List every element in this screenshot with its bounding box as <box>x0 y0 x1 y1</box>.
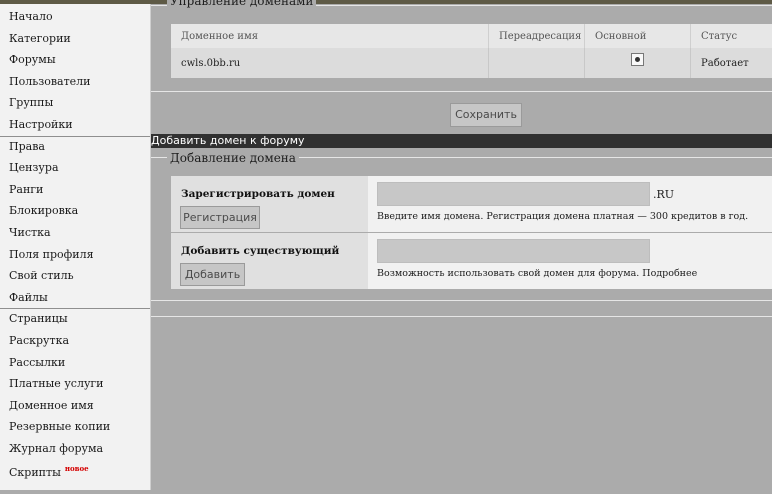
sidebar-item-label: Цензура <box>9 161 59 175</box>
sidebar-item-label: Рассылки <box>9 355 66 369</box>
register-domain-input[interactable] <box>377 182 650 206</box>
main-content: Управление доменами Доменное имя Переадр… <box>151 0 772 494</box>
add-domain-title: Добавить домен к форуму <box>151 134 772 148</box>
sidebar-item[interactable]: Рассылки <box>0 353 150 373</box>
table-header-row: Доменное имя Переадресация Основной Стат… <box>171 24 772 48</box>
sidebar-item[interactable]: Категории <box>0 29 150 49</box>
sidebar-item[interactable]: Настройки <box>0 115 150 135</box>
sidebar-item[interactable]: Журнал форума <box>0 439 150 459</box>
sidebar-item[interactable]: Ранги <box>0 180 150 200</box>
column-header: Статус <box>690 24 772 48</box>
sidebar-item[interactable]: Скрипты новое <box>0 463 150 483</box>
sidebar-item-label: Доменное имя <box>9 398 94 412</box>
sidebar-item[interactable]: Платные услуги <box>0 374 150 394</box>
sidebar-item-label: Журнал форума <box>9 442 104 455</box>
sidebar-item[interactable]: Раскрутка <box>0 331 150 351</box>
register-label: Зарегистрировать домен <box>181 188 335 200</box>
register-row-label-cell: Зарегистрировать домен Регистрация <box>171 176 368 232</box>
column-header: Доменное имя <box>171 24 489 48</box>
fieldset-border <box>151 91 772 92</box>
existing-label: Добавить существующий <box>181 245 340 257</box>
column-header: Основной <box>584 24 691 48</box>
sidebar-item-label: Свой стиль <box>9 269 74 283</box>
sidebar-item-label: Ранги <box>9 182 44 196</box>
status-cell: Работает <box>690 48 772 78</box>
sidebar-item[interactable]: Блокировка <box>0 201 150 221</box>
register-button[interactable]: Регистрация <box>180 206 260 229</box>
table-row: cwls.0bb.ru Работает <box>171 48 772 78</box>
domains-table: Доменное имя Переадресация Основной Стат… <box>171 24 772 78</box>
existing-hint: Возможность использовать свой домен для … <box>377 268 698 279</box>
fieldset-border <box>151 300 772 301</box>
sidebar-item[interactable]: Чистка <box>0 223 150 243</box>
sidebar-item-label: Файлы <box>9 290 48 304</box>
fieldset-border <box>151 316 772 317</box>
add-existing-button[interactable]: Добавить <box>180 263 245 286</box>
sidebar-item-label: Поля профиля <box>9 247 94 261</box>
sidebar-item-label: Настройки <box>9 118 73 131</box>
sidebar-item[interactable]: Поля профиля <box>0 245 150 265</box>
sidebar-item[interactable]: Файлы <box>0 288 150 308</box>
existing-row-label-cell: Добавить существующий Добавить <box>171 233 368 289</box>
new-badge: новое <box>64 463 89 473</box>
sidebar-item[interactable]: Права <box>0 137 150 157</box>
domain-cell: cwls.0bb.ru <box>171 48 489 78</box>
sidebar-item-label: Права <box>9 139 45 153</box>
existing-row-input-cell: Возможность использовать свой домен для … <box>368 233 772 289</box>
save-button[interactable]: Сохранить <box>450 103 522 127</box>
sidebar-item-label: Раскрутка <box>9 334 70 347</box>
sidebar-item[interactable]: Начало <box>0 7 150 27</box>
sidebar-item-label: Блокировка <box>9 204 79 218</box>
sidebar-item-label: Группы <box>9 96 54 110</box>
domain-zone-suffix: .RU <box>653 188 675 201</box>
sidebar-item-label: Скрипты <box>9 465 61 479</box>
sidebar-item-label: Чистка <box>9 226 51 239</box>
sidebar-item-label: Форумы <box>9 53 56 67</box>
sidebar-item[interactable]: Свой стиль <box>0 266 150 286</box>
sidebar-item[interactable]: Группы <box>0 93 150 113</box>
existing-domain-input[interactable] <box>377 239 650 263</box>
sidebar-item[interactable]: Резервные копии <box>0 417 150 437</box>
redirect-cell <box>488 48 585 78</box>
primary-radio[interactable] <box>631 53 644 66</box>
sidebar-item-label: Пользователи <box>9 74 91 88</box>
sidebar: Начало Категории Форумы Пользователи Группы Н… <box>0 4 151 490</box>
sidebar-item[interactable]: Пользователи <box>0 72 150 92</box>
register-row-input-cell: .RU Введите имя домена. Регистрация доме… <box>368 176 772 232</box>
sidebar-item[interactable]: Доменное имя <box>0 396 150 416</box>
domains-legend: Управление доменами <box>167 0 317 8</box>
primary-cell <box>584 48 691 78</box>
column-header: Переадресация <box>488 24 585 48</box>
sidebar-item[interactable]: Форумы <box>0 50 150 70</box>
add-domain-legend: Добавление домена <box>167 151 299 165</box>
sidebar-item-label: Начало <box>9 10 53 23</box>
sidebar-item-label: Категории <box>9 31 71 45</box>
sidebar-item-label: Платные услуги <box>9 377 104 391</box>
sidebar-item-label: Страницы <box>9 312 68 326</box>
sidebar-item[interactable]: Страницы <box>0 309 150 329</box>
sidebar-item[interactable]: Цензура <box>0 158 150 178</box>
sidebar-item-label: Резервные копии <box>9 420 111 434</box>
register-hint: Введите имя домена. Регистрация домена п… <box>377 211 749 222</box>
